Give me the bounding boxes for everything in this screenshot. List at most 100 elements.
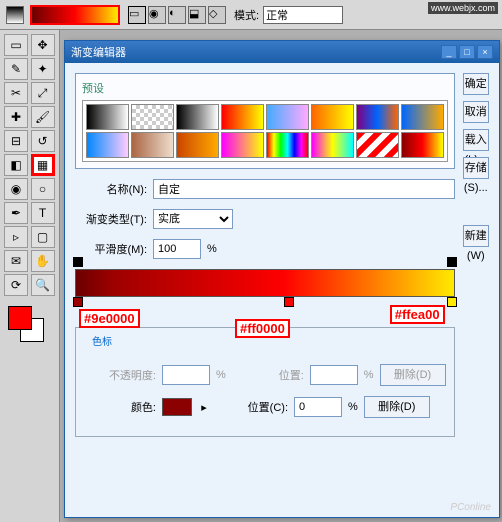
- annotation-2: #ff0000: [235, 319, 290, 338]
- color-label: 颜色:: [84, 399, 156, 415]
- preset-swatch-13[interactable]: [311, 132, 354, 158]
- gradient-bar[interactable]: [75, 269, 455, 297]
- annotation-3: #ffea00: [390, 305, 445, 324]
- preset-swatch-3[interactable]: [221, 104, 264, 130]
- gradient-bar-wrap: #9e0000 #ff0000 #ffea00: [75, 269, 455, 297]
- dodge-tool[interactable]: ○: [31, 178, 55, 200]
- preset-grid: [82, 100, 448, 162]
- diamond-style-btn[interactable]: ◇: [208, 6, 226, 24]
- color-stop-3[interactable]: [447, 297, 457, 309]
- color-swatch-current[interactable]: [162, 398, 192, 416]
- options-bar: ▭ ◉ ◐ ⬓ ◇ 模式: www.webjx.com: [0, 0, 502, 30]
- fg-color[interactable]: [8, 306, 32, 330]
- name-input[interactable]: [153, 179, 455, 199]
- stops-group: 色标 不透明度: % 位置: % 删除(D) 颜色: ▸ 位置(C): %: [75, 327, 455, 437]
- radial-style-btn[interactable]: ◉: [148, 6, 166, 24]
- color-stop-1[interactable]: [73, 297, 83, 309]
- opacity-stop-left[interactable]: [73, 257, 83, 269]
- percent-3: %: [364, 369, 374, 381]
- eraser-tool[interactable]: ◧: [4, 154, 28, 176]
- percent-1: %: [207, 243, 217, 255]
- position-input: [310, 365, 358, 385]
- smooth-label: 平滑度(M):: [75, 241, 147, 257]
- load-button[interactable]: 载入(L)...: [463, 129, 489, 151]
- delete-color-btn[interactable]: 删除(D): [364, 396, 430, 418]
- preset-swatch-4[interactable]: [266, 104, 309, 130]
- dialog-titlebar[interactable]: 渐变编辑器 _ □ ×: [65, 41, 499, 63]
- lasso-tool[interactable]: ✎: [4, 58, 28, 80]
- brush-tool[interactable]: 🖌: [31, 106, 55, 128]
- smooth-input[interactable]: [153, 239, 201, 259]
- mode-select[interactable]: [263, 6, 343, 24]
- blur-tool[interactable]: ◉: [4, 178, 28, 200]
- preset-swatch-0[interactable]: [86, 104, 129, 130]
- hand-tool[interactable]: ✋: [31, 250, 55, 272]
- close-btn[interactable]: ×: [477, 45, 493, 59]
- reflected-style-btn[interactable]: ⬓: [188, 6, 206, 24]
- eyedropper-tool[interactable]: ⤢: [31, 82, 55, 104]
- move-tool[interactable]: ✥: [31, 34, 55, 56]
- fg-bg-mini[interactable]: [6, 6, 24, 24]
- gradient-style-group: ▭ ◉ ◐ ⬓ ◇: [128, 6, 226, 24]
- position-label: 位置:: [232, 367, 304, 383]
- maximize-btn[interactable]: □: [459, 45, 475, 59]
- stamp-tool[interactable]: ⊟: [4, 130, 28, 152]
- dialog-title: 渐变编辑器: [71, 44, 126, 60]
- color-menu-arrow[interactable]: ▸: [198, 401, 210, 414]
- new-button[interactable]: 新建(W): [463, 225, 489, 247]
- heal-tool[interactable]: ✚: [4, 106, 28, 128]
- delete-opacity-btn: 删除(D): [380, 364, 446, 386]
- shape-tool[interactable]: ▢: [31, 226, 55, 248]
- preset-swatch-8[interactable]: [86, 132, 129, 158]
- linear-style-btn[interactable]: ▭: [128, 6, 146, 24]
- watermark: PConline: [450, 502, 491, 513]
- percent-4: %: [348, 401, 358, 413]
- history-brush-tool[interactable]: ↺: [31, 130, 55, 152]
- presets-panel: 预设: [75, 73, 455, 169]
- percent-2: %: [216, 369, 226, 381]
- position2-input[interactable]: [294, 397, 342, 417]
- save-button[interactable]: 存储(S)...: [463, 157, 489, 179]
- preset-swatch-10[interactable]: [176, 132, 219, 158]
- preset-swatch-6[interactable]: [356, 104, 399, 130]
- cancel-button[interactable]: 取消: [463, 101, 489, 123]
- preset-swatch-9[interactable]: [131, 132, 174, 158]
- annotation-1: #9e0000: [79, 309, 140, 328]
- gradient-editor-dialog: 渐变编辑器 _ □ × 预设 名称(N): 渐变类型(T): 实底 平滑度(M)…: [64, 40, 500, 518]
- preset-swatch-15[interactable]: [401, 132, 444, 158]
- crop-tool[interactable]: ✂: [4, 82, 28, 104]
- preset-swatch-11[interactable]: [221, 132, 264, 158]
- opacity-stop-right[interactable]: [447, 257, 457, 269]
- pen-tool[interactable]: ✒: [4, 202, 28, 224]
- opacity-input: [162, 365, 210, 385]
- opacity-label: 不透明度:: [84, 367, 156, 383]
- url-badge: www.webjx.com: [428, 2, 498, 14]
- presets-label: 预设: [82, 80, 448, 96]
- type-select[interactable]: 实底: [153, 209, 233, 229]
- minimize-btn[interactable]: _: [441, 45, 457, 59]
- gradient-tool[interactable]: ▦: [31, 154, 55, 176]
- angle-style-btn[interactable]: ◐: [168, 6, 186, 24]
- type-label: 渐变类型(T):: [75, 211, 147, 227]
- tool-palette: ▭ ✥ ✎ ✦ ✂ ⤢ ✚ 🖌 ⊟ ↺ ◧ ▦ ◉ ○ ✒ T ▹ ▢ ✉ ✋ …: [0, 30, 60, 522]
- preset-swatch-1[interactable]: [131, 104, 174, 130]
- ok-button[interactable]: 确定: [463, 73, 489, 95]
- stops-legend: 色标: [88, 333, 116, 348]
- zoom-tool[interactable]: 🔍: [31, 274, 55, 296]
- gradient-preview-toolbar[interactable]: [30, 5, 120, 25]
- name-label: 名称(N):: [75, 181, 147, 197]
- preset-swatch-12[interactable]: [266, 132, 309, 158]
- preset-swatch-5[interactable]: [311, 104, 354, 130]
- color-swatch[interactable]: [6, 306, 53, 342]
- notes-tool[interactable]: ✉: [4, 250, 28, 272]
- path-tool[interactable]: ▹: [4, 226, 28, 248]
- mode-label: 模式:: [234, 7, 259, 23]
- preset-swatch-7[interactable]: [401, 104, 444, 130]
- wand-tool[interactable]: ✦: [31, 58, 55, 80]
- color-stop-2[interactable]: [284, 297, 294, 309]
- preset-swatch-2[interactable]: [176, 104, 219, 130]
- type-tool[interactable]: T: [31, 202, 55, 224]
- marquee-tool[interactable]: ▭: [4, 34, 28, 56]
- rotate-tool[interactable]: ⟳: [4, 274, 28, 296]
- preset-swatch-14[interactable]: [356, 132, 399, 158]
